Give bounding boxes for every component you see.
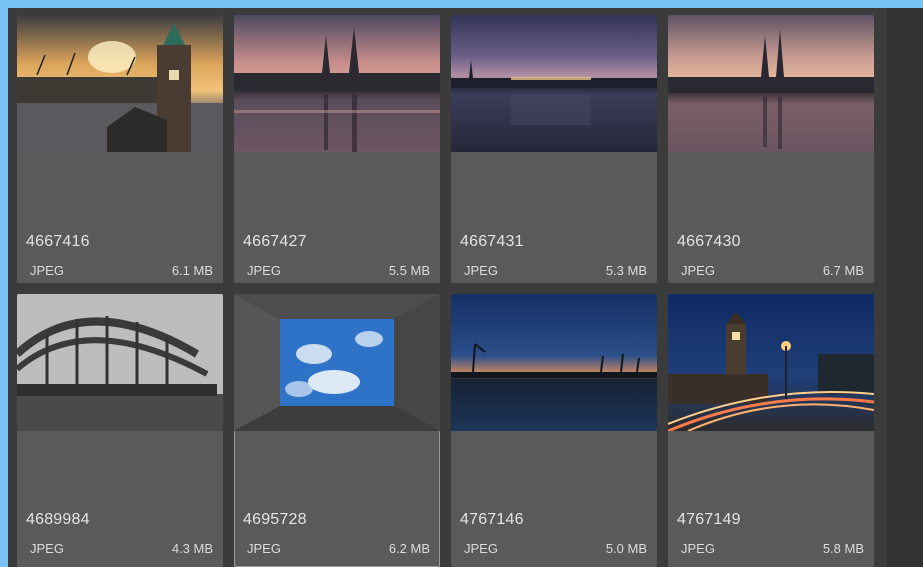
photo-name: 4667427 bbox=[243, 233, 307, 250]
photo-thumbnail bbox=[234, 15, 440, 152]
photo-grid: 4667416 JPEG 6.1 MB 4667427 JPEG 5.5 MB … bbox=[8, 8, 923, 567]
photo-name: 4767146 bbox=[460, 511, 524, 528]
photo-card[interactable]: 4689984 JPEG 4.3 MB bbox=[17, 294, 223, 567]
photo-size: 4.3 MB bbox=[171, 541, 213, 556]
photo-size: 5.0 MB bbox=[605, 541, 647, 556]
photo-type: JPEG bbox=[681, 263, 715, 278]
photo-type: JPEG bbox=[30, 541, 64, 556]
photo-name: 4667416 bbox=[26, 233, 90, 250]
photo-size: 6.1 MB bbox=[171, 263, 213, 278]
side-panel bbox=[887, 8, 923, 567]
photo-size: 6.7 MB bbox=[822, 263, 864, 278]
photo-name: 4667431 bbox=[460, 233, 524, 250]
photo-card[interactable]: 4767149 JPEG 5.8 MB bbox=[668, 294, 874, 567]
photo-type: JPEG bbox=[681, 541, 715, 556]
photo-name: 4767149 bbox=[677, 511, 741, 528]
photo-thumbnail bbox=[668, 15, 874, 152]
photo-thumbnail bbox=[17, 15, 223, 152]
photo-type: JPEG bbox=[247, 541, 281, 556]
photo-type: JPEG bbox=[464, 541, 498, 556]
photo-name: 4695728 bbox=[243, 511, 307, 528]
photo-type: JPEG bbox=[464, 263, 498, 278]
photo-type: JPEG bbox=[247, 263, 281, 278]
photo-thumbnail bbox=[234, 294, 440, 431]
photo-name: 4667430 bbox=[677, 233, 741, 250]
photo-card[interactable]: 4767146 JPEG 5.0 MB bbox=[451, 294, 657, 567]
photo-card[interactable]: 4695728 JPEG 6.2 MB bbox=[234, 294, 440, 567]
photo-thumbnail bbox=[451, 15, 657, 152]
photo-type: JPEG bbox=[30, 263, 64, 278]
photo-card[interactable]: 4667430 JPEG 6.7 MB bbox=[668, 15, 874, 283]
photo-size: 5.8 MB bbox=[822, 541, 864, 556]
photo-thumbnail bbox=[17, 294, 223, 431]
photo-size: 5.5 MB bbox=[388, 263, 430, 278]
photo-size: 5.3 MB bbox=[605, 263, 647, 278]
photo-card[interactable]: 4667427 JPEG 5.5 MB bbox=[234, 15, 440, 283]
photo-name: 4689984 bbox=[26, 511, 90, 528]
photo-card[interactable]: 4667416 JPEG 6.1 MB bbox=[17, 15, 223, 283]
photo-size: 6.2 MB bbox=[388, 541, 430, 556]
photo-thumbnail bbox=[451, 294, 657, 431]
photo-card[interactable]: 4667431 JPEG 5.3 MB bbox=[451, 15, 657, 283]
photo-thumbnail bbox=[668, 294, 874, 431]
